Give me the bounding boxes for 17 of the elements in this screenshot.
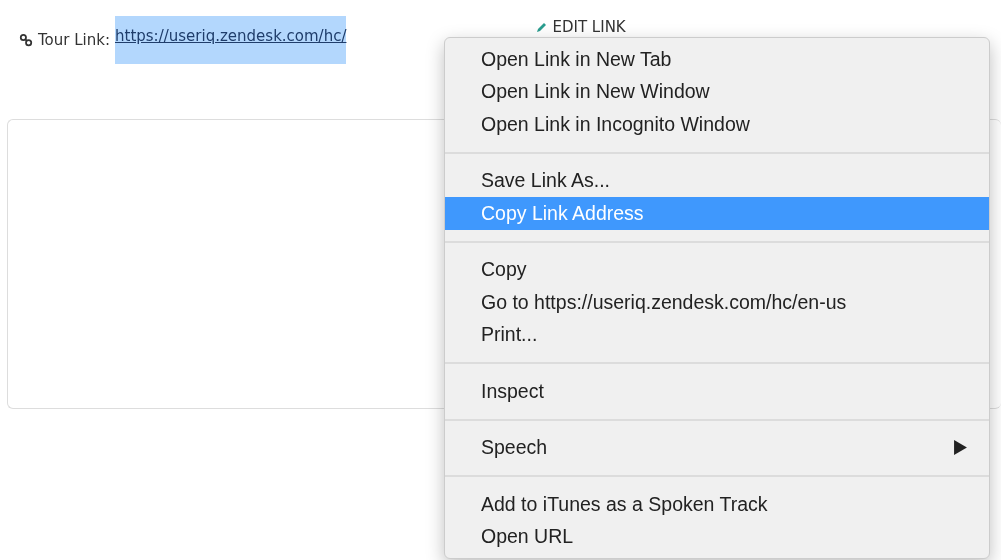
menu-item[interactable]: Inspect	[445, 375, 989, 408]
tour-link-label: Tour Link:	[38, 31, 110, 49]
menu-item[interactable]: Save Link As...	[445, 164, 989, 197]
menu-item[interactable]: Open Link in Incognito Window	[445, 108, 989, 141]
link-icon	[19, 33, 33, 47]
submenu-arrow-icon	[954, 440, 967, 456]
tour-link-url[interactable]: https://useriq.zendesk.com/hc/	[115, 16, 347, 64]
menu-item[interactable]: Open Link in New Window	[445, 75, 989, 108]
menu-item[interactable]: Go to https://useriq.zendesk.com/hc/en-us	[445, 286, 989, 319]
menu-item[interactable]: Print...	[445, 318, 989, 351]
menu-item[interactable]: Open Link in New Tab	[445, 43, 989, 76]
menu-item[interactable]: Open URL	[445, 520, 989, 553]
pencil-icon	[536, 21, 549, 33]
menu-item[interactable]: Add to iTunes as a Spoken Track	[445, 488, 989, 521]
menu-item[interactable]: Copy	[445, 253, 989, 286]
menu-item[interactable]: Speech	[445, 431, 989, 464]
edit-link[interactable]: EDIT LINK	[552, 19, 626, 35]
